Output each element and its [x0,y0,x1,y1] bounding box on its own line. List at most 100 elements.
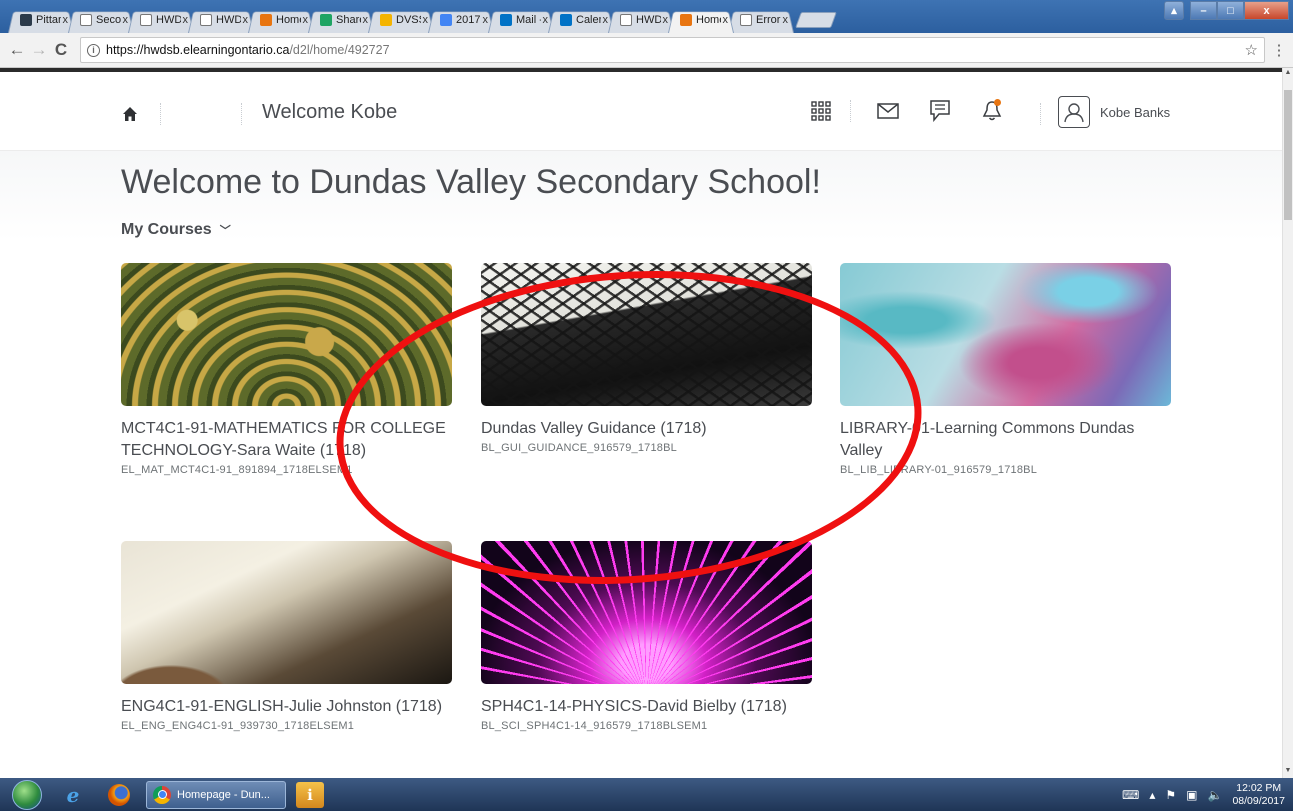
course-image-open-book[interactable] [121,541,452,684]
internet-explorer-icon[interactable]: e [58,782,88,808]
clock-date: 08/09/2017 [1232,794,1285,807]
tab-close-icon[interactable]: x [723,14,729,26]
page-viewport: Welcome Kobe Kobe Banks Welcome to Dunda… [0,68,1282,778]
user-menu[interactable]: Kobe Banks [1058,96,1170,128]
maximize-button[interactable]: □ [1217,1,1244,20]
page-title: Welcome to Dundas Valley Secondary Schoo… [121,163,821,201]
address-bar: ← → C i https://hwdsb.elearningontario.c… [0,33,1293,68]
browser-tab[interactable]: HWDSx [188,7,254,33]
key-app-icon[interactable]: ℹ [296,781,324,808]
taskbar-chrome-window[interactable]: Homepage - Dun... [146,780,286,809]
keyboard-icon[interactable]: ⌨ [1122,788,1139,802]
browser-tab[interactable]: HWDSx [608,7,674,33]
info-icon[interactable]: i [87,43,100,57]
outlook-icon [500,14,512,26]
browser-tab[interactable]: Homex [248,7,314,33]
action-center-flag-icon[interactable]: ⚑ [1165,788,1176,802]
menu-kebab-icon[interactable]: ⋮ [1271,41,1287,59]
course-card[interactable]: SPH4C1-14-PHYSICS-David Bielby (1718) BL… [481,541,812,732]
tab-title: Home [276,14,301,26]
home-icon[interactable] [122,106,138,122]
system-tray: ⌨ ▴ ⚑ ▣ 🔈 12:02 PM 08/09/2017 [1122,782,1293,808]
page-icon [200,14,212,26]
browser-tab-strip: PittardxSecondxHWDSxHWDSxHomexSharexDVSS… [0,0,1293,33]
start-button[interactable] [12,779,42,810]
tab-close-icon[interactable]: x [783,14,789,26]
new-tab-button[interactable] [795,12,837,28]
browser-tab[interactable]: Pittardx [8,7,74,33]
tab-title: 2017- [456,14,481,26]
browser-tab[interactable]: Mail -x [488,7,554,33]
course-image-laser-show[interactable] [481,541,812,684]
browser-tab[interactable]: Error x [728,7,794,33]
course-title[interactable]: Dundas Valley Guidance (1718) [481,418,812,440]
network-icon[interactable]: ▣ [1186,788,1197,802]
course-code: BL_LIB_LIBRARY-01_916579_1718BL [840,464,1038,476]
browser-tab[interactable]: Sharex [308,7,374,33]
taskbar-task-label: Homepage - Dun... [177,788,270,801]
show-hidden-icons-chevron-icon[interactable]: ▴ [1149,788,1155,802]
course-title[interactable]: MCT4C1-91-MATHEMATICS FOR COLLEGE TECHNO… [121,418,452,462]
restore-icon[interactable]: ▴ [1164,1,1184,20]
course-card[interactable]: Dundas Valley Guidance (1718) BL_GUI_GUI… [481,263,812,454]
notification-dot [994,99,1001,106]
course-selector-grid-icon[interactable] [806,96,836,126]
course-title[interactable]: SPH4C1-14-PHYSICS-David Bielby (1718) [481,696,812,718]
nav-divider [1040,103,1041,125]
volume-icon[interactable]: 🔈 [1207,788,1222,802]
url-path: /d2l/home/492727 [289,43,390,57]
forward-button[interactable]: → [28,39,50,61]
tab-title: Share [336,14,361,26]
window-controls: ▴ – □ x [1164,1,1289,20]
tab-title: Second [96,14,121,26]
scroll-up-arrow-icon[interactable]: ▲ [1284,69,1292,79]
back-button[interactable]: ← [6,39,28,61]
vertical-scrollbar[interactable]: ▲ ▼ [1282,68,1293,778]
course-card[interactable]: LIBRARY-01-Learning Commons Dundas Valle… [840,263,1171,476]
message-alerts-envelope-icon[interactable] [873,96,903,126]
scroll-thumb[interactable] [1284,90,1292,220]
tab-title: HWDS [216,14,241,26]
course-card[interactable]: MCT4C1-91-MATHEMATICS FOR COLLEGE TECHNO… [121,263,452,476]
drive-icon [320,14,332,26]
page-icon [740,14,752,26]
minimize-button[interactable]: – [1190,1,1217,20]
brightspace-icon [260,14,272,26]
clock-time: 12:02 PM [1236,781,1282,794]
url-domain: https://hwdsb.elearningontario.ca [106,43,290,57]
browser-tab[interactable]: Secondx [68,7,134,33]
page-icon [80,14,92,26]
tab-title: Mail - [516,14,541,26]
my-courses-dropdown[interactable]: My Courses ﹀ [121,221,231,239]
course-title[interactable]: ENG4C1-91-ENGLISH-Julie Johnston (1718) [121,696,452,718]
tab-title: Pittard [36,14,61,26]
clock[interactable]: 12:02 PM 08/09/2017 [1232,782,1285,808]
outlook-icon [560,14,572,26]
d2l-navbar: Welcome Kobe Kobe Banks [0,72,1282,151]
course-image-eiffel-tower[interactable] [481,263,812,406]
browser-tab[interactable]: Homex [668,7,734,33]
course-image-peacock-feathers[interactable] [121,263,452,406]
reload-button[interactable]: C [50,39,72,61]
subscription-alerts-chat-icon[interactable] [925,96,955,126]
browser-tab[interactable]: HWDSx [128,7,194,33]
scroll-down-arrow-icon[interactable]: ▼ [1284,767,1292,777]
user-name: Kobe Banks [1100,104,1171,120]
close-window-button[interactable]: x [1244,1,1289,20]
browser-tab[interactable]: Calendx [548,7,614,33]
update-alerts-bell-icon[interactable] [977,96,1007,126]
classroom-icon [380,14,392,26]
windows-taskbar: e Homepage - Dun... ℹ ⌨ ▴ ⚑ ▣ 🔈 12:02 PM… [0,778,1293,811]
firefox-icon[interactable] [104,782,134,808]
browser-tab[interactable]: DVSSx [368,7,434,33]
course-card[interactable]: ENG4C1-91-ENGLISH-Julie Johnston (1718) … [121,541,452,732]
course-code: EL_ENG_ENG4C1-91_939730_1718ELSEM1 [121,720,355,732]
course-image-ink-in-water[interactable] [840,263,1171,406]
page-icon [620,14,632,26]
browser-tab[interactable]: 2017-x [428,7,494,33]
bookmark-star-icon[interactable]: ☆ [1245,41,1258,59]
course-title[interactable]: LIBRARY-01-Learning Commons Dundas Valle… [840,418,1171,462]
d2l-icon [20,14,32,26]
url-input[interactable]: i https://hwdsb.elearningontario.ca/d2l/… [80,37,1265,63]
course-code: EL_MAT_MCT4C1-91_891894_1718ELSEM1 [121,464,353,476]
